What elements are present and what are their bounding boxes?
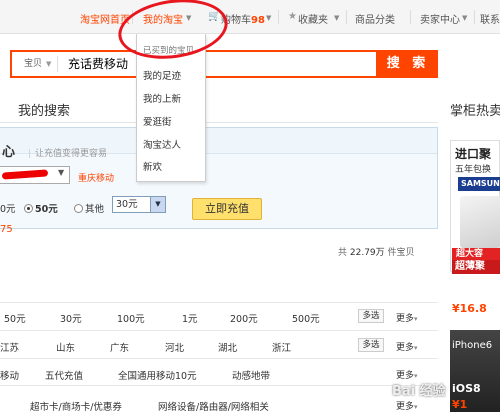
result-count: 共 22.79万 件宝贝 bbox=[338, 245, 415, 258]
filter-value[interactable]: 200元 bbox=[230, 311, 258, 325]
chevron-down-icon: ▼ bbox=[334, 14, 340, 22]
filter-value[interactable]: 河北 bbox=[165, 340, 184, 354]
chevron-down-icon: ▾ bbox=[414, 344, 418, 352]
filter-value[interactable]: 超市卡/商场卡/优惠券 bbox=[30, 399, 122, 412]
chevron-down-icon[interactable]: ▼ bbox=[58, 168, 64, 177]
filter-value[interactable]: 30元 bbox=[60, 311, 82, 325]
nav-favorites-link[interactable]: 收藏夹 bbox=[298, 11, 328, 26]
ad-price: ¥1 bbox=[452, 398, 468, 411]
more-button[interactable]: 更多▾ bbox=[396, 399, 418, 412]
nav-divider bbox=[474, 10, 475, 24]
search-type-label: 宝贝 bbox=[24, 59, 43, 69]
amount-option-label: 50元 bbox=[35, 204, 58, 215]
filter-value[interactable]: 100元 bbox=[117, 311, 145, 325]
multi-select-button[interactable]: 多选 bbox=[358, 309, 384, 323]
divider bbox=[0, 302, 438, 303]
chevron-down-icon: ▼ bbox=[266, 14, 272, 22]
nav-seller-center-link[interactable]: 卖家中心 bbox=[420, 11, 460, 26]
dropdown-item-experts[interactable]: 淘宝达人 bbox=[143, 137, 181, 151]
search-input[interactable]: 充话费移动 bbox=[68, 54, 128, 74]
brand-logo: SAMSUNG bbox=[458, 177, 500, 191]
dropdown-item-footprint[interactable]: 我的足迹 bbox=[143, 68, 181, 82]
more-label: 更多 bbox=[396, 402, 415, 412]
chevron-down-icon: ▾ bbox=[414, 403, 418, 411]
chevron-down-icon: ▾ bbox=[414, 372, 418, 380]
product-image bbox=[460, 196, 500, 248]
cart-count: 98 bbox=[251, 15, 265, 26]
result-count-value: 22.79万 bbox=[349, 248, 385, 258]
chevron-down-icon: ▼ bbox=[462, 14, 468, 22]
filter-value[interactable]: 浙江 bbox=[272, 340, 291, 354]
dropdown-item-favorites-new[interactable]: 新欢 bbox=[143, 159, 162, 173]
carrier-label: 重庆移动 bbox=[78, 174, 115, 184]
divider bbox=[0, 330, 438, 331]
recharge-button[interactable]: 立即充值 bbox=[192, 198, 262, 220]
chevron-down-icon[interactable]: ▼ bbox=[150, 197, 165, 212]
amount-option-other[interactable]: 其他 bbox=[74, 201, 104, 215]
ad-title: iPhone6 bbox=[452, 340, 493, 351]
ad-tag: 超大容 bbox=[452, 248, 500, 260]
amount-option-50[interactable]: 50元 bbox=[24, 201, 58, 215]
nav-divider bbox=[410, 10, 411, 24]
right-column-title: 掌柜热卖 bbox=[450, 104, 500, 119]
nav-divider bbox=[278, 10, 279, 24]
filter-value[interactable]: 湖北 bbox=[218, 340, 237, 354]
ad-tag: 超薄聚 bbox=[452, 260, 500, 274]
ad-title: 进口聚 bbox=[455, 147, 492, 161]
more-button[interactable]: 更多▾ bbox=[396, 340, 418, 353]
nav-contact-link[interactable]: 联系 bbox=[480, 11, 500, 26]
result-count-suffix: 件宝贝 bbox=[387, 248, 415, 258]
radio-icon bbox=[74, 204, 83, 213]
result-count-prefix: 共 bbox=[338, 248, 348, 258]
filter-value[interactable]: 网络设备/路由器/网络相关 bbox=[158, 399, 269, 412]
price-text: 75 bbox=[0, 224, 13, 235]
more-label: 更多 bbox=[396, 343, 415, 353]
dropdown-item-new[interactable]: 我的上新 bbox=[143, 91, 181, 105]
ad-price: ¥16.8 bbox=[452, 302, 487, 315]
divider bbox=[0, 122, 438, 123]
search-button[interactable]: 搜 索 bbox=[378, 50, 438, 78]
filter-value[interactable]: 广东 bbox=[110, 340, 129, 354]
dropdown-item-shopping[interactable]: 爱逛街 bbox=[143, 114, 172, 128]
nav-categories-link[interactable]: 商品分类 bbox=[355, 11, 395, 26]
more-button[interactable]: 更多▾ bbox=[396, 311, 418, 324]
filter-value[interactable]: 500元 bbox=[292, 311, 320, 325]
amount-option-0[interactable]: 0元 bbox=[0, 201, 16, 215]
chevron-down-icon: ▾ bbox=[414, 315, 418, 323]
filter-value[interactable]: 全国通用移动10元 bbox=[118, 368, 197, 382]
filter-value[interactable]: 1元 bbox=[182, 311, 198, 325]
multi-select-button[interactable]: 多选 bbox=[358, 338, 384, 352]
star-icon: ★ bbox=[288, 11, 297, 22]
section-title: 我的搜索 bbox=[18, 104, 71, 119]
ad-subtitle: 五年包换 bbox=[455, 165, 492, 175]
recharge-subtitle-text: 让充值变得更容易 bbox=[35, 149, 108, 159]
filter-value[interactable]: 50元 bbox=[4, 311, 26, 325]
divider: | bbox=[28, 149, 32, 159]
filter-value[interactable]: 江苏 bbox=[0, 340, 19, 354]
more-label: 更多 bbox=[396, 314, 415, 324]
chevron-down-icon: ▼ bbox=[46, 60, 52, 68]
filter-value[interactable]: 五代充值 bbox=[45, 368, 83, 382]
recharge-title: 心 bbox=[2, 145, 16, 160]
recharge-subtitle: | 让充值变得更容易 bbox=[28, 146, 107, 159]
amount-option-label: 其他 bbox=[85, 204, 105, 215]
filter-value[interactable]: 移动 bbox=[0, 368, 19, 382]
watermark: Bai 经验 bbox=[392, 384, 446, 399]
filter-value[interactable]: 山东 bbox=[56, 340, 75, 354]
radio-selected-icon bbox=[24, 204, 33, 213]
nav-divider bbox=[346, 10, 347, 24]
filter-value[interactable]: 动感地带 bbox=[232, 368, 270, 382]
search-type-select[interactable]: 宝贝 ▼ bbox=[20, 56, 58, 72]
amount-option-label: 0元 bbox=[0, 204, 16, 215]
divider bbox=[0, 385, 438, 386]
divider bbox=[0, 358, 438, 359]
ad-subtitle: iOS8 bbox=[452, 382, 481, 395]
